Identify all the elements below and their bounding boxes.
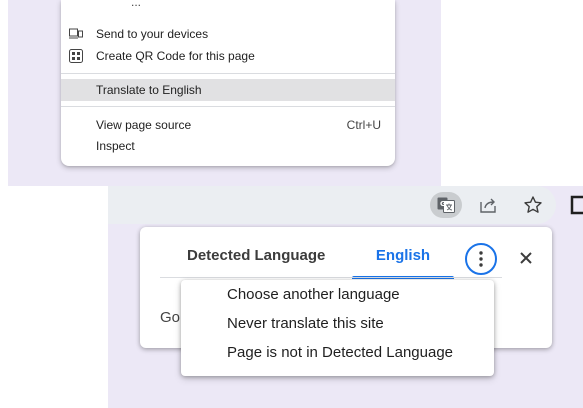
menu-item-label: Send to your devices (96, 27, 209, 41)
menu-fragment-above: ... (131, 0, 142, 8)
menu-item-view-page-source[interactable]: View page source Ctrl+U (61, 114, 395, 136)
share-button[interactable] (475, 192, 501, 218)
options-menu: Choose another language Never translate … (181, 280, 494, 376)
bookmark-star-icon (524, 196, 542, 213)
menu-item-label: Never translate this site (227, 315, 384, 332)
menu-item-choose-language[interactable]: Choose another language (181, 280, 494, 309)
bookmark-button[interactable] (520, 192, 546, 218)
tab-label: English (375, 247, 431, 264)
menu-divider (61, 106, 395, 107)
menu-item-translate[interactable]: Translate to English (61, 79, 395, 101)
tab-target-language[interactable]: English (352, 243, 454, 279)
menu-item-inspect[interactable]: Inspect (61, 135, 395, 157)
close-icon (520, 252, 532, 264)
svg-text:G: G (440, 200, 446, 208)
translate-button[interactable]: G (430, 192, 462, 218)
menu-item-send-to-devices[interactable]: Send to your devices (61, 23, 395, 45)
menu-item-label: Inspect (96, 139, 135, 153)
context-menu: ... Send to your devices Create QR Code … (61, 0, 395, 166)
menu-item-not-detected-language[interactable]: Page is not in Detected Language (181, 338, 494, 367)
more-options-button[interactable] (465, 243, 497, 275)
context-menu-screenshot: ... Send to your devices Create QR Code … (8, 0, 441, 186)
browser-toolbar: G (108, 186, 556, 224)
menu-item-label: Create QR Code for this page (96, 49, 255, 63)
menu-item-label: View page source (96, 118, 192, 132)
menu-divider (61, 73, 395, 74)
menu-item-never-translate[interactable]: Never translate this site (181, 309, 494, 338)
window-edge-icon (570, 195, 583, 215)
qr-code-icon (69, 49, 83, 63)
menu-item-label: Translate to English (96, 83, 202, 97)
menu-item-label: Choose another language (227, 286, 400, 303)
share-icon (480, 198, 496, 213)
tab-detected-language[interactable]: Detected Language (187, 243, 325, 277)
partial-text: Go (160, 309, 180, 326)
translate-screenshot: G Detected Language English Go Choose an… (108, 186, 583, 408)
more-vert-icon (479, 251, 483, 267)
close-button[interactable] (514, 246, 538, 270)
menu-item-create-qr-code[interactable]: Create QR Code for this page (61, 45, 395, 67)
devices-icon (69, 28, 83, 39)
tabs-divider (160, 277, 502, 278)
menu-item-shortcut: Ctrl+U (346, 118, 381, 132)
translate-icon: G (437, 197, 455, 213)
menu-item-label: Page is not in Detected Language (227, 344, 454, 361)
